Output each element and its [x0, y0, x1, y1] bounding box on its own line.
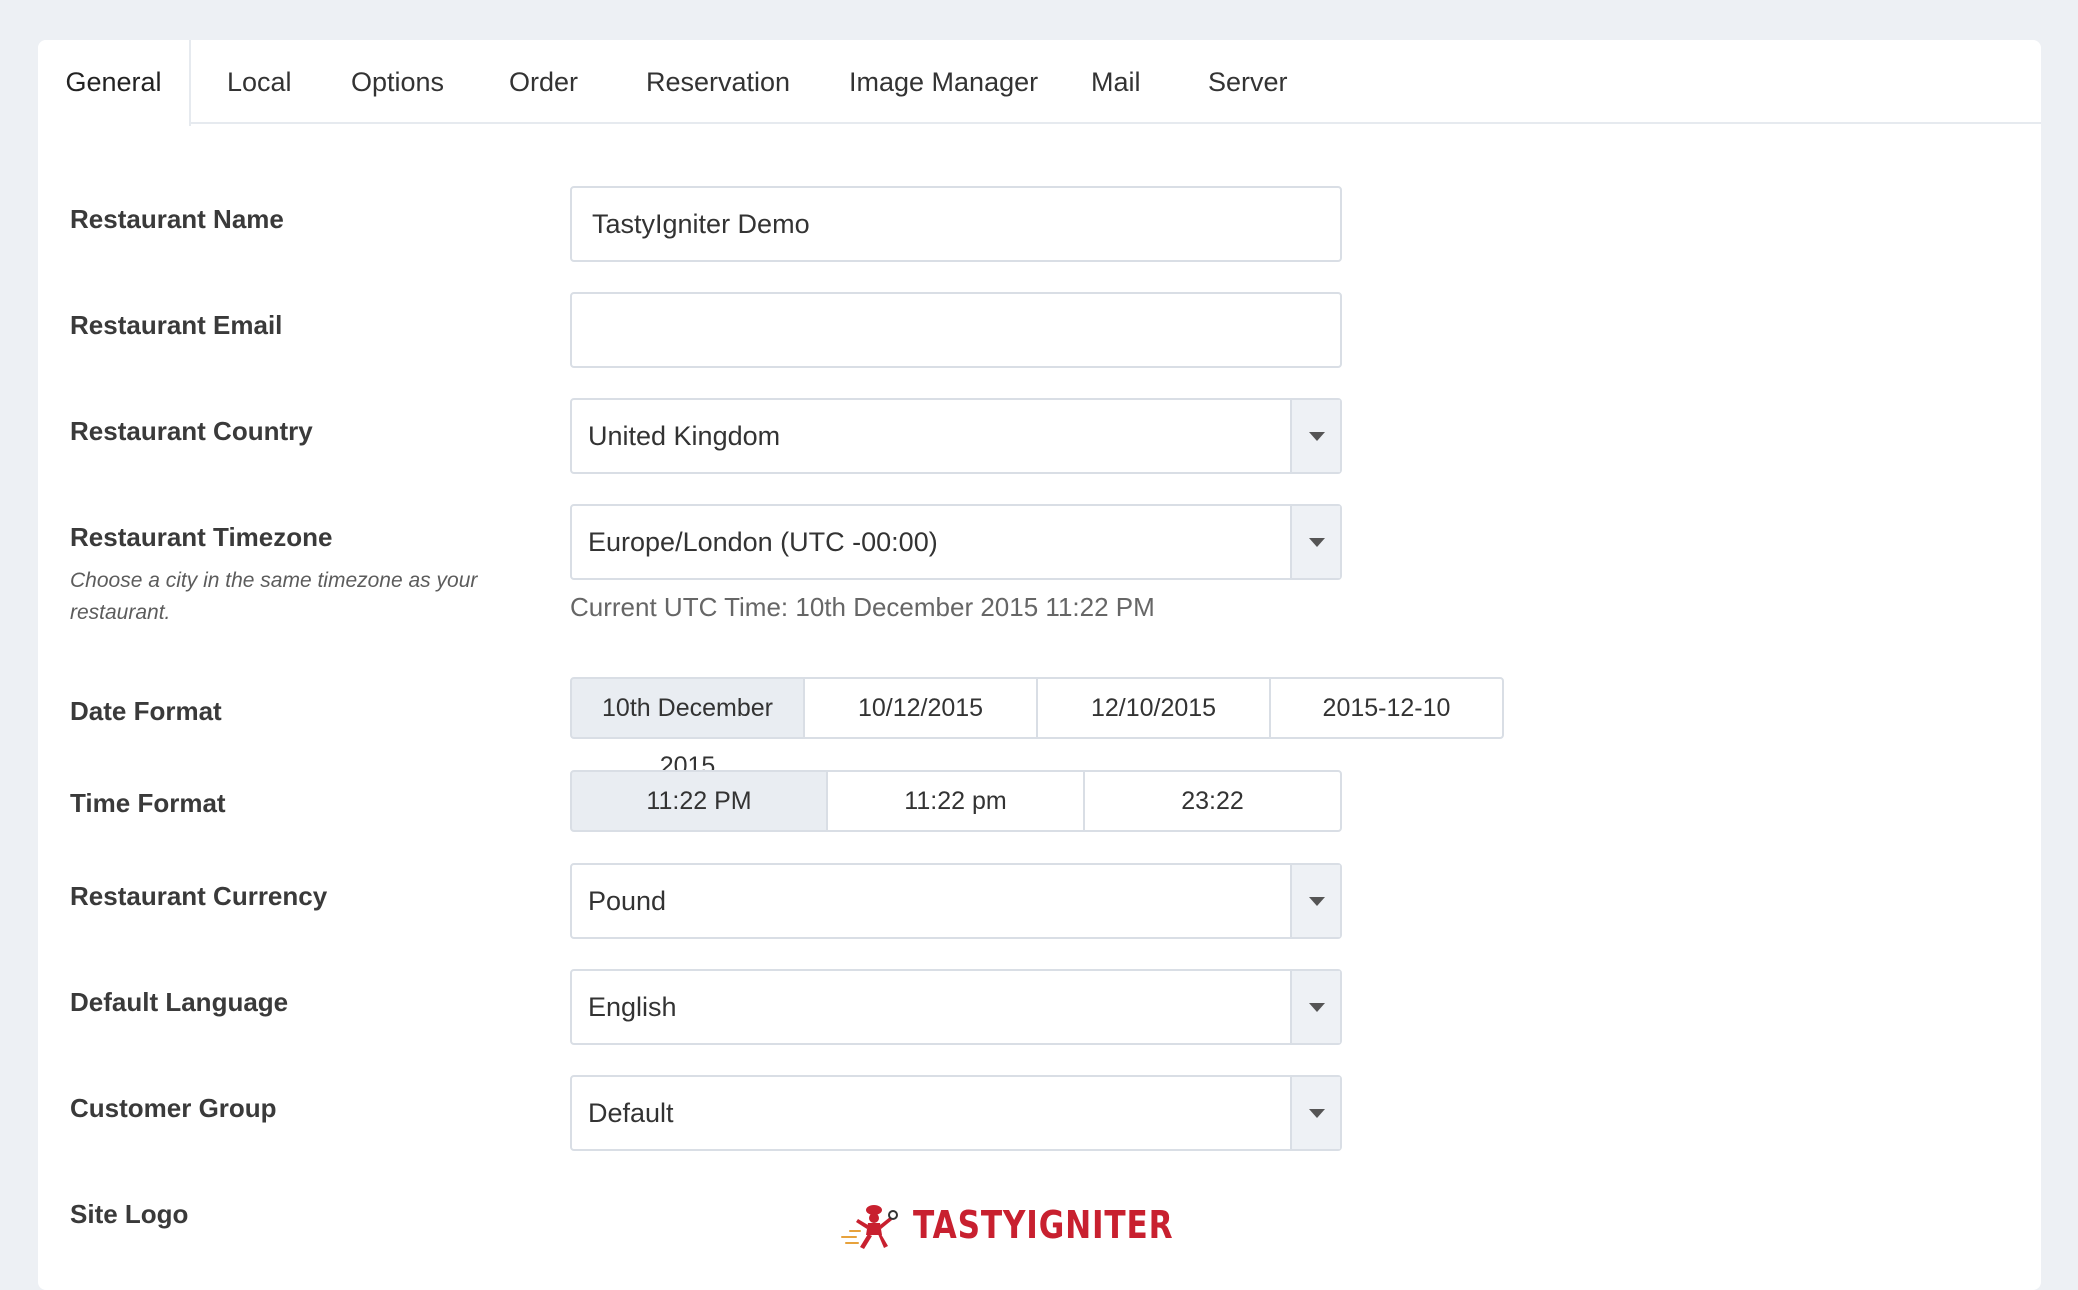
- restaurant-timezone-hint: Choose a city in the same timezone as yo…: [70, 569, 478, 624]
- site-logo[interactable]: TASTYIGNITER: [838, 1197, 1173, 1257]
- logo-wordmark: TASTYIGNITER: [913, 1203, 1174, 1247]
- restaurant-country-value: United Kingdom: [588, 421, 781, 451]
- settings-tabs: General Local Options Order Reservation …: [38, 40, 2041, 126]
- date-format-label: Date Format: [70, 696, 222, 726]
- tab-order[interactable]: Order: [509, 40, 578, 124]
- default-language-value: English: [588, 992, 677, 1022]
- restaurant-timezone-value: Europe/London (UTC -00:00): [588, 527, 938, 557]
- date-format-option[interactable]: 12/10/2015: [1036, 677, 1271, 739]
- restaurant-country-select[interactable]: United Kingdom: [570, 398, 1342, 474]
- time-format-options: 11:22 PM 11:22 pm 23:22: [570, 770, 1342, 832]
- restaurant-timezone-dropdown-toggle[interactable]: [1290, 506, 1340, 578]
- tab-general[interactable]: General: [38, 40, 191, 126]
- date-format-option[interactable]: 2015-12-10: [1269, 677, 1504, 739]
- current-utc-time: Current UTC Time: 10th December 2015 11:…: [570, 592, 1155, 622]
- site-logo-label: Site Logo: [70, 1199, 189, 1229]
- customer-group-value: Default: [588, 1098, 674, 1128]
- tab-local[interactable]: Local: [227, 40, 292, 124]
- chevron-down-icon: [1309, 432, 1325, 441]
- default-language-select[interactable]: English: [570, 969, 1342, 1045]
- settings-panel: General Local Options Order Reservation …: [38, 40, 2041, 1290]
- time-format-option[interactable]: 11:22 PM: [570, 770, 828, 832]
- restaurant-currency-value: Pound: [588, 886, 667, 916]
- tab-mail[interactable]: Mail: [1091, 40, 1141, 124]
- restaurant-email-input[interactable]: [570, 292, 1342, 368]
- restaurant-currency-select[interactable]: Pound: [570, 863, 1342, 939]
- chevron-down-icon: [1309, 538, 1325, 547]
- restaurant-country-dropdown-toggle[interactable]: [1290, 400, 1340, 472]
- time-format-label: Time Format: [70, 788, 226, 818]
- tab-server[interactable]: Server: [1208, 40, 1288, 124]
- default-language-dropdown-toggle[interactable]: [1290, 971, 1340, 1043]
- tab-options[interactable]: Options: [351, 40, 444, 124]
- chevron-down-icon: [1309, 1003, 1325, 1012]
- date-format-option[interactable]: 10/12/2015: [803, 677, 1038, 739]
- customer-group-select[interactable]: Default: [570, 1075, 1342, 1151]
- restaurant-name-input[interactable]: TastyIgniter Demo: [570, 186, 1342, 262]
- default-language-label: Default Language: [70, 987, 289, 1017]
- restaurant-currency-label: Restaurant Currency: [70, 881, 328, 911]
- restaurant-currency-dropdown-toggle[interactable]: [1290, 865, 1340, 937]
- tab-image-manager[interactable]: Image Manager: [849, 40, 1038, 124]
- tab-reservation[interactable]: Reservation: [646, 40, 790, 124]
- time-format-option[interactable]: 23:22: [1083, 770, 1342, 832]
- date-format-option[interactable]: 10th December 2015: [570, 677, 805, 780]
- restaurant-timezone-label: Restaurant Timezone: [70, 522, 333, 552]
- customer-group-dropdown-toggle[interactable]: [1290, 1077, 1340, 1149]
- restaurant-country-label: Restaurant Country: [70, 416, 313, 446]
- chevron-down-icon: [1309, 897, 1325, 906]
- time-format-option[interactable]: 11:22 pm: [826, 770, 1085, 832]
- restaurant-timezone-select[interactable]: Europe/London (UTC -00:00): [570, 504, 1342, 580]
- customer-group-label: Customer Group: [70, 1093, 277, 1123]
- chevron-down-icon: [1309, 1109, 1325, 1118]
- restaurant-email-label: Restaurant Email: [70, 310, 283, 340]
- date-format-options: 10th December 2015 10/12/2015 12/10/2015…: [570, 677, 1504, 780]
- restaurant-name-label: Restaurant Name: [70, 204, 284, 234]
- chef-mascot-icon: [841, 1205, 898, 1249]
